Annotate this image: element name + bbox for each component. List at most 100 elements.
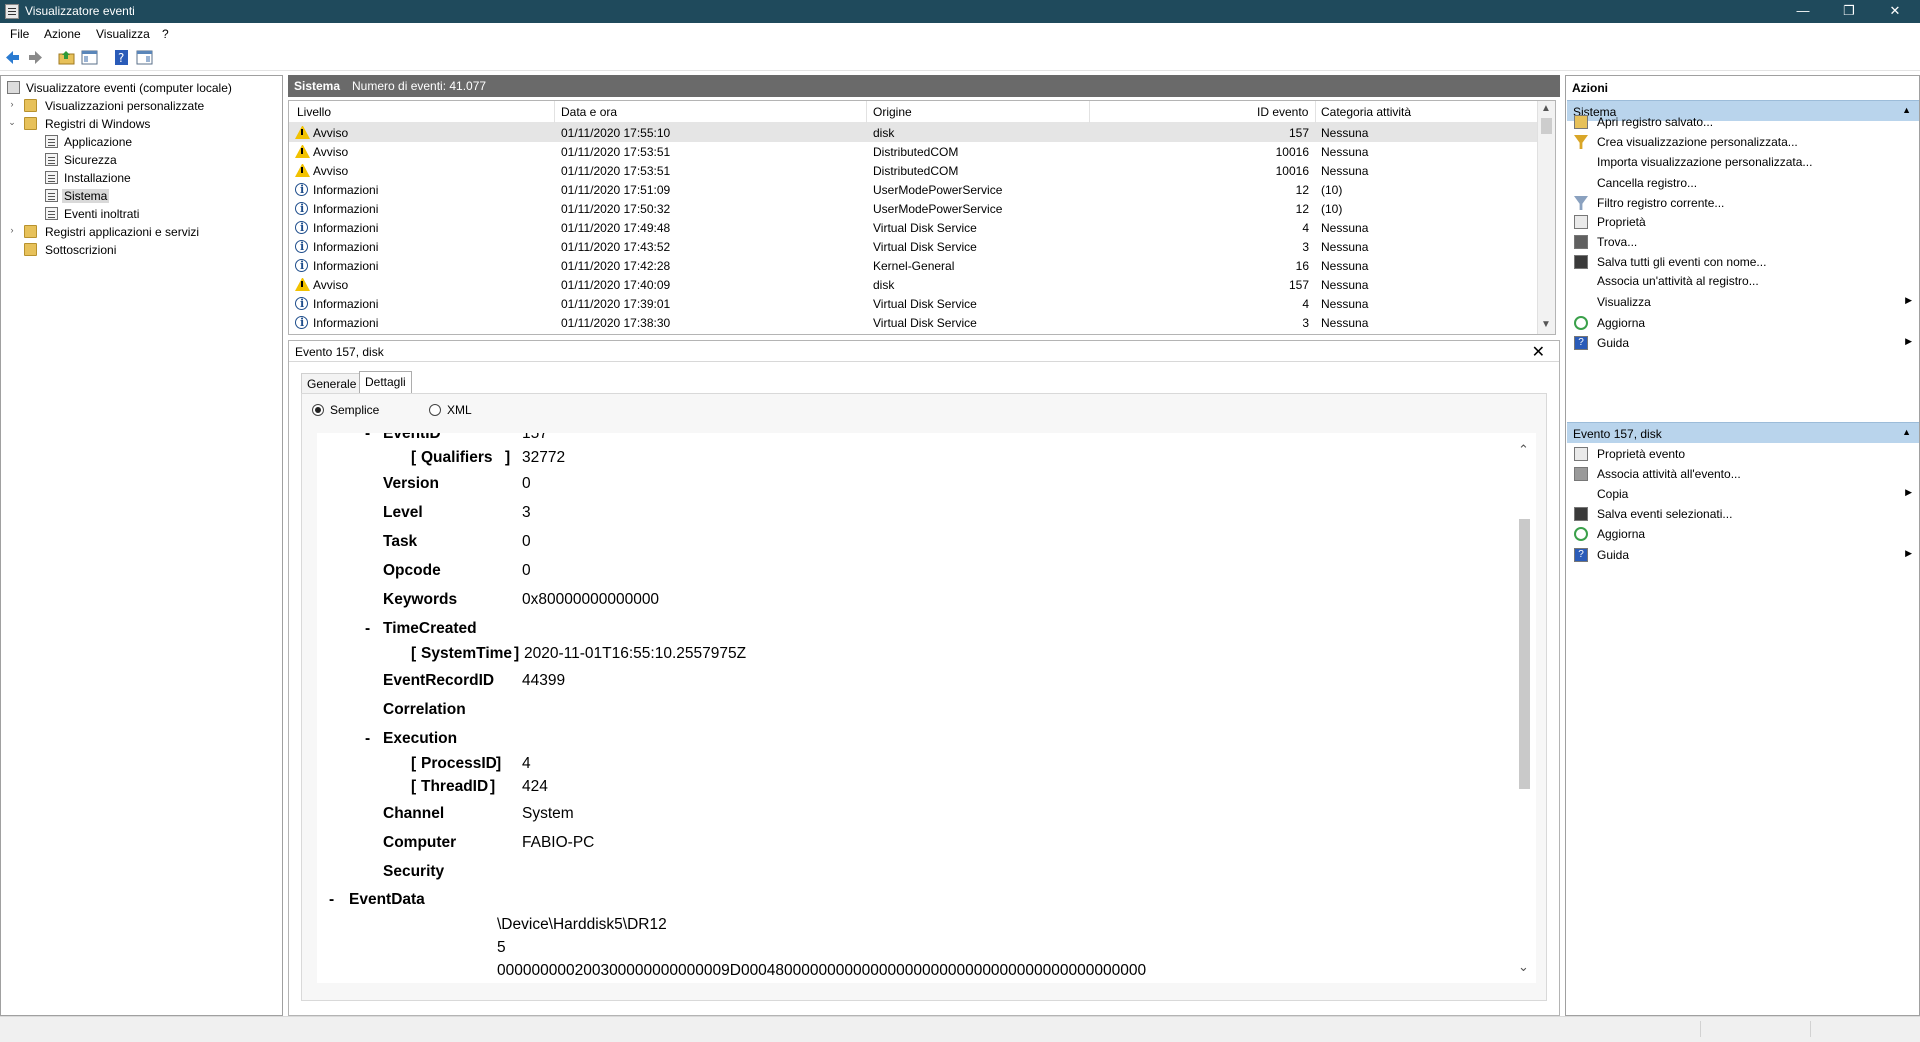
xml-key-computer: Computer (383, 834, 457, 851)
collapse-dash[interactable]: - (365, 730, 370, 748)
radio-xml-label: XML (447, 403, 472, 417)
action-propriet[interactable]: Proprietà (1566, 211, 1918, 233)
log-icon (45, 135, 58, 148)
col-divider[interactable] (1315, 101, 1316, 123)
grid-scrollbar[interactable]: ▲ ▼ (1537, 101, 1555, 334)
col-divider[interactable] (866, 101, 867, 123)
xml-scrollbar[interactable]: ⌃ ⌄ (1514, 433, 1536, 983)
cell-id: 3 (1302, 316, 1309, 330)
collapse-caret-icon[interactable]: ▲ (1902, 427, 1911, 437)
minimize-button[interactable]: — (1780, 0, 1826, 23)
chevron-up-icon[interactable]: ⌃ (1518, 442, 1529, 458)
action-guida[interactable]: ? Guida ▶ (1566, 544, 1918, 566)
action-associa-attivit-all-evento[interactable]: Associa attività all'evento... (1566, 463, 1918, 485)
action-associa-un-attivit-al-registro[interactable]: Associa un'attività al registro... (1566, 270, 1918, 292)
detail-close-icon[interactable]: ✕ (1532, 342, 1545, 362)
show-hide-tree-icon[interactable] (81, 49, 98, 66)
action-label: Apri registro salvato... (1597, 115, 1714, 129)
help-icon[interactable]: ? (113, 49, 130, 66)
scrollbar-thumb[interactable] (1519, 519, 1530, 789)
show-hide-actions-icon[interactable] (136, 49, 153, 66)
radio-dot[interactable] (429, 404, 441, 416)
col-header-livello[interactable]: Livello (297, 105, 331, 119)
scroll-down-icon[interactable]: ▼ (1541, 319, 1551, 330)
table-row[interactable]: Informazioni 01/11/2020 17:49:48 Virtual D… (289, 218, 1537, 237)
table-row[interactable]: Informazioni 01/11/2020 17:38:30 Virtual D… (289, 313, 1537, 332)
forward-arrow-icon[interactable] (27, 49, 44, 66)
col-header-id[interactable]: ID evento (1257, 105, 1308, 119)
scroll-up-icon[interactable]: ▲ (1541, 103, 1551, 114)
table-row[interactable]: Informazioni 01/11/2020 17:50:32 UserModeP… (289, 199, 1537, 218)
back-arrow-icon[interactable] (4, 49, 21, 66)
action-importa-visualizzazione-personalizzata[interactable]: Importa visualizzazione personalizzata..… (1566, 151, 1918, 173)
col-header-categoria[interactable]: Categoria attività (1321, 105, 1411, 119)
xml-bracket: ] (490, 778, 496, 795)
action-aggiorna[interactable]: Aggiorna (1566, 523, 1918, 545)
info-icon (295, 202, 308, 215)
log-icon (45, 171, 58, 184)
close-button[interactable]: ✕ (1872, 0, 1918, 23)
status-divider (1810, 1021, 1811, 1037)
tab-generale[interactable]: Generale (301, 373, 363, 393)
event-viewer-window: Visualizzatore eventi — ❐ ✕ File Azione … (0, 0, 1920, 1042)
collapse-dash[interactable]: - (365, 620, 370, 638)
radio-dot-selected[interactable] (312, 404, 324, 416)
xml-val-recordid: 44399 (522, 672, 566, 689)
warning-icon (295, 125, 310, 139)
col-divider[interactable] (554, 101, 555, 123)
col-header-origine[interactable]: Origine (873, 105, 912, 119)
expand-icon[interactable]: › (7, 225, 17, 235)
action-guida[interactable]: ? Guida ▶ (1566, 332, 1918, 354)
detail-title: Evento 157, disk (295, 345, 384, 359)
action-trova[interactable]: Trova... (1566, 231, 1918, 253)
tree-label-sicurezza: Sicurezza (64, 153, 117, 167)
up-folder-icon[interactable] (58, 49, 75, 66)
col-divider[interactable] (1089, 101, 1090, 123)
table-row[interactable]: Avviso 01/11/2020 17:53:51 DistributedCOM 1… (289, 161, 1537, 180)
collapse-icon[interactable]: ⌄ (7, 117, 17, 128)
xml-key-systemtime: SystemTime (421, 645, 513, 662)
cell-level: Informazioni (313, 221, 379, 235)
menu-help[interactable]: ? (162, 27, 169, 41)
tab-dettagli[interactable]: Dettagli (359, 371, 412, 393)
action-cancella-registro[interactable]: Cancella registro... (1566, 172, 1918, 194)
table-row[interactable]: Informazioni 01/11/2020 17:39:01 Virtual D… (289, 294, 1537, 313)
actions-section-event[interactable]: Evento 157, disk ▲ (1567, 422, 1919, 443)
table-row[interactable]: Avviso 01/11/2020 17:53:51 DistributedCOM 1… (289, 142, 1537, 161)
maximize-button[interactable]: ❐ (1826, 0, 1872, 23)
action-crea-visualizzazione-personalizzata[interactable]: Crea visualizzazione personalizzata... (1566, 131, 1918, 153)
collapse-dash[interactable]: - (329, 891, 334, 909)
table-row[interactable]: Avviso 01/11/2020 17:55:10 disk 157 Nessuna (289, 123, 1537, 142)
action-visualizza[interactable]: Visualizza ▶ (1566, 291, 1918, 313)
events-grid: Livello Data e ora Origine ID evento Cat… (288, 100, 1556, 335)
xml-val-processid: 4 (522, 755, 531, 772)
filter-new-icon (1574, 135, 1588, 149)
table-row[interactable]: Avviso 01/11/2020 17:40:09 disk 157 Nessuna (289, 275, 1537, 294)
cell-category: Nessuna (1321, 259, 1369, 273)
xml-bracket: [ (411, 755, 417, 772)
xml-val-version: 0 (522, 475, 531, 492)
action-aggiorna[interactable]: Aggiorna (1566, 312, 1918, 334)
menu-azione[interactable]: Azione (44, 27, 81, 41)
col-header-data[interactable]: Data e ora (561, 105, 617, 119)
table-row[interactable]: Informazioni 01/11/2020 17:43:52 Virtual D… (289, 237, 1537, 256)
event-viewer-app-icon (5, 4, 19, 19)
menu-file[interactable]: File (10, 27, 29, 41)
action-propriet-evento[interactable]: Proprietà evento (1566, 443, 1918, 465)
submenu-arrow-icon: ▶ (1905, 548, 1912, 558)
chevron-down-icon[interactable]: ⌄ (1518, 959, 1529, 975)
warning-mark (301, 148, 303, 154)
svg-text:?: ? (118, 51, 124, 65)
action-salva-eventi-selezionati[interactable]: Salva eventi selezionati... (1566, 503, 1918, 525)
table-row[interactable]: Informazioni 01/11/2020 17:42:28 Kernel-Ge… (289, 256, 1537, 275)
cell-category: (10) (1321, 183, 1343, 197)
scrollbar-thumb[interactable] (1541, 118, 1552, 134)
table-row[interactable]: Informazioni 01/11/2020 17:51:09 UserModeP… (289, 180, 1537, 199)
action-apri-registro-salvato[interactable]: Apri registro salvato... (1566, 111, 1918, 133)
action-copia[interactable]: Copia ▶ (1566, 483, 1918, 505)
submenu-arrow-icon: ▶ (1905, 336, 1912, 346)
xml-val-task: 0 (522, 533, 531, 550)
expand-icon[interactable]: › (7, 99, 17, 109)
menu-visualizza[interactable]: Visualizza (96, 27, 150, 41)
cell-date: 01/11/2020 17:40:09 (561, 278, 671, 292)
